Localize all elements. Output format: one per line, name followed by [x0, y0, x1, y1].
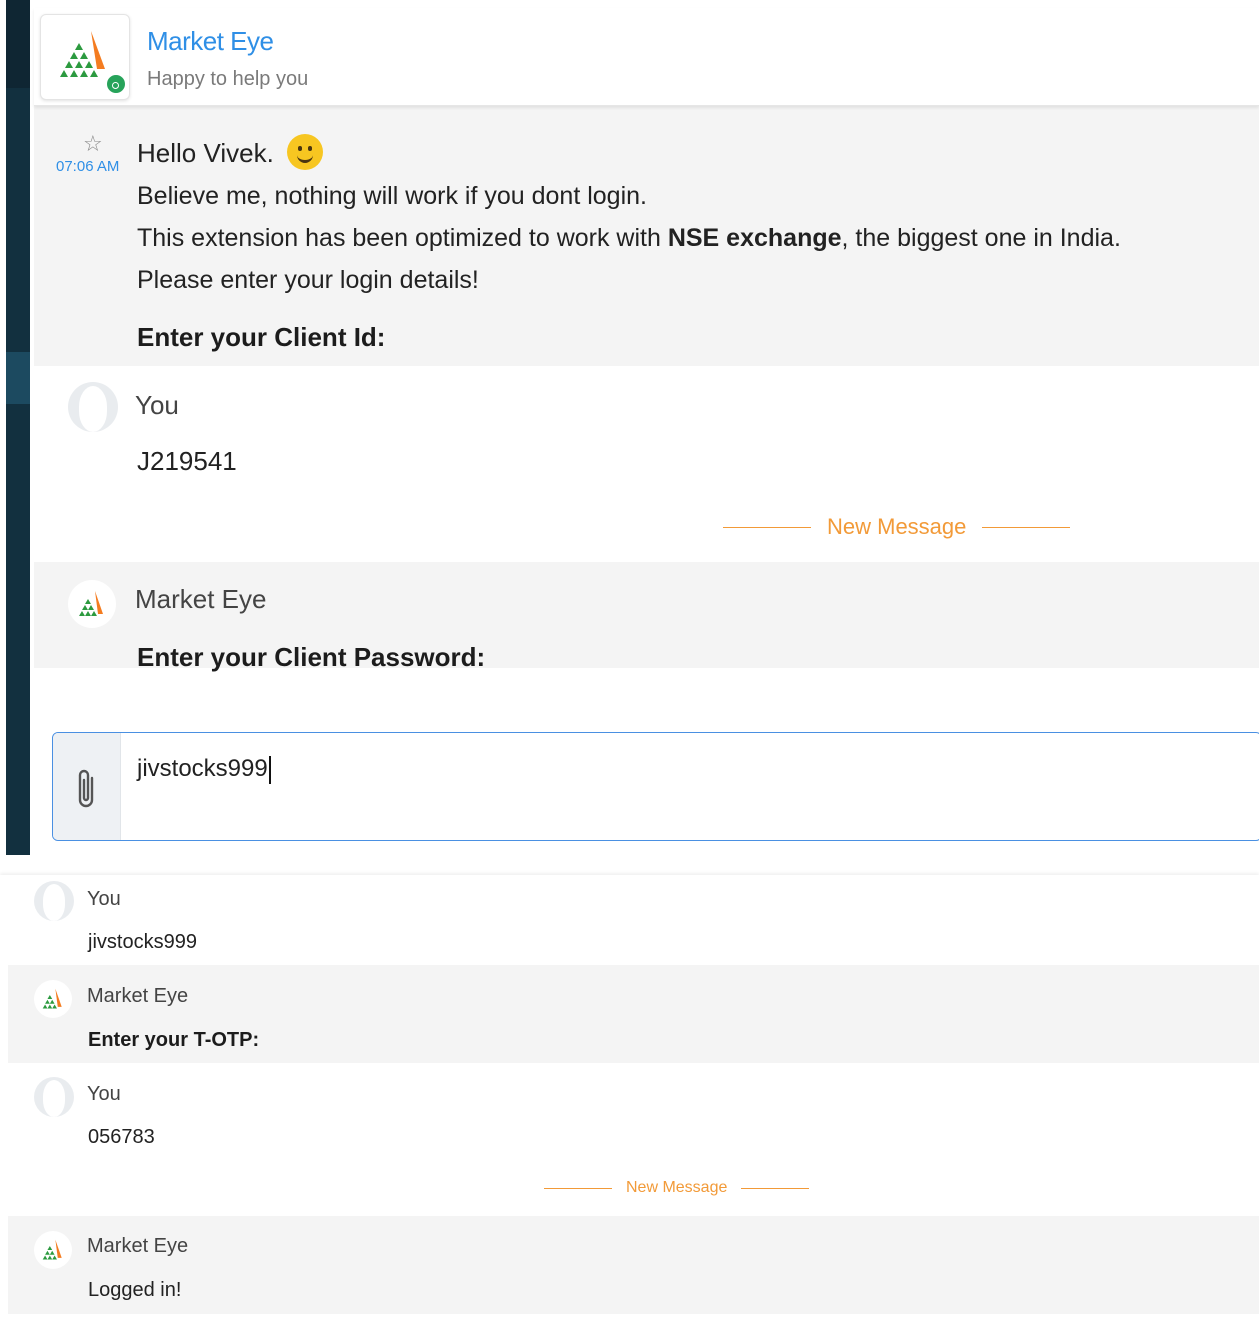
sender-name: You: [87, 1083, 121, 1105]
chat-window-top: Market Eye Happy to help you ☆ 07:06 AM …: [0, 0, 1259, 855]
chat-header: Market Eye Happy to help you: [34, 8, 1259, 106]
greeting-line-3-bold: NSE exchange: [667, 224, 842, 252]
divider-line: [723, 526, 811, 528]
greeting-text: Hello Vivek.: [137, 137, 274, 168]
chat-thread-top: ☆ 07:06 AM Hello Vivek. Believe me, noth…: [34, 106, 1259, 672]
new-message-divider: New Message: [544, 1179, 810, 1197]
bot-avatar-icon: [34, 980, 72, 1018]
user-avatar-icon: [68, 382, 118, 432]
message-text: jivstocks999: [88, 931, 197, 953]
user-avatar-icon: [34, 881, 74, 921]
user-message: You J219541 New Message: [34, 366, 1259, 562]
greeting-line-3: This extension has been optimized to wor…: [137, 224, 1121, 253]
new-message-label: New Message: [626, 1179, 728, 1196]
sidebar-strip: [6, 0, 30, 855]
header-title: Market Eye: [147, 26, 274, 56]
message-text: J219541: [137, 446, 237, 476]
divider-line: [982, 526, 1071, 528]
smiley-icon: [287, 134, 324, 170]
chat-window-bottom: You jivstocks999 Market Eye Enter your T…: [0, 875, 1259, 1324]
greeting-line-2: Believe me, nothing will work if you don…: [137, 182, 647, 210]
sender-name: You: [87, 888, 121, 910]
paperclip-icon: [78, 769, 94, 808]
star-icon[interactable]: ☆: [83, 131, 103, 157]
message-input[interactable]: jivstocks999: [137, 755, 271, 784]
text-cursor: [268, 755, 271, 784]
greeting-line-4: Please enter your login details!: [137, 266, 479, 294]
sender-name: You: [135, 390, 179, 420]
divider-line: [544, 1187, 612, 1189]
message-text: 056783: [88, 1126, 155, 1148]
bot-message: Market Eye Enter your T-OTP:: [8, 965, 1259, 1063]
user-avatar-icon: [34, 1077, 74, 1117]
attach-button[interactable]: [53, 733, 121, 840]
new-message-label: New Message: [827, 514, 967, 539]
message-composer[interactable]: jivstocks999: [52, 732, 1259, 841]
message-timestamp: 07:06 AM: [56, 158, 120, 175]
sender-name: Market Eye: [87, 1235, 189, 1257]
bot-message: Market Eye Logged in!: [8, 1216, 1259, 1314]
bot-greeting-message: ☆ 07:06 AM Hello Vivek. Believe me, noth…: [34, 106, 1259, 312]
message-text: Enter your Client Password:: [137, 642, 486, 672]
greeting-line-3-pre: This extension has been optimized to wor…: [137, 224, 668, 252]
market-eye-logo-icon: [79, 591, 103, 616]
greeting-line-3-post: , the biggest one in India.: [841, 224, 1121, 252]
sender-name: Market Eye: [135, 584, 267, 614]
bot-avatar-large: [40, 14, 130, 100]
market-eye-logo-icon: [42, 1239, 62, 1260]
bot-avatar-icon: [34, 1231, 72, 1269]
new-message-divider: New Message: [723, 514, 1071, 540]
message-text: Enter your T-OTP:: [88, 1029, 260, 1051]
client-id-prompt-text: Enter your Client Id:: [137, 322, 386, 352]
message-text: Logged in!: [88, 1279, 182, 1301]
sidebar-top: [6, 0, 30, 88]
user-message: You jivstocks999: [8, 875, 1259, 965]
client-id-prompt: Enter your Client Id:: [34, 312, 1259, 366]
bot-message: Market Eye Enter your Client Password:: [34, 562, 1259, 672]
greeting-line: Hello Vivek.: [137, 134, 324, 173]
message-input-value: jivstocks999: [137, 755, 268, 782]
bot-avatar-icon: [68, 580, 116, 628]
divider-line: [741, 1187, 810, 1189]
online-status-icon: [105, 73, 127, 95]
sender-name: Market Eye: [87, 985, 189, 1007]
sidebar-active-item[interactable]: [6, 352, 30, 404]
header-subtitle: Happy to help you: [147, 68, 309, 90]
market-eye-logo-icon: [42, 988, 62, 1009]
